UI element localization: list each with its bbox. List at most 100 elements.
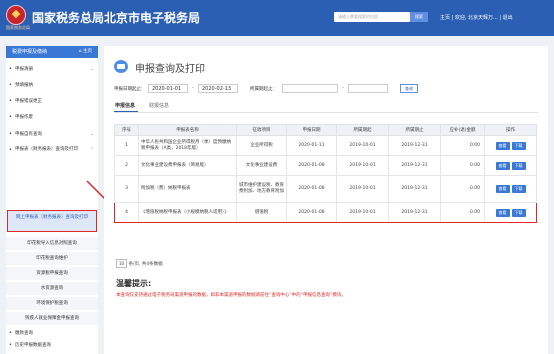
chevron-up-icon: ⌃ xyxy=(89,147,94,153)
pager: 10 条/页, 共4条数据 xyxy=(116,259,163,268)
period-from-field[interactable] xyxy=(282,84,338,93)
tips-title: 温馨提示: xyxy=(116,279,152,288)
sidebar-item-report-query[interactable]: • 申报表（财务报表）查询及打印 ⌃ xyxy=(6,147,98,165)
pager-summary: 条/页, 共4条数据 xyxy=(128,262,163,267)
download-button[interactable]: 下载 xyxy=(511,185,526,193)
main-panel: 申报查询及打印 申报日期起止: 2020-01-01 - 2020-02-13 … xyxy=(104,46,548,354)
sidebar-item-history-query[interactable]: • 历史申报数据查询 xyxy=(6,342,98,352)
sidebar-item-label: 缴款查询 xyxy=(15,331,33,336)
search-input[interactable]: 请输入需要搜索的内容 xyxy=(334,12,410,22)
col-header: 所属期起 xyxy=(336,124,389,136)
period-to-field[interactable] xyxy=(348,84,388,93)
sidebar-sub-stamp-maintain[interactable]: 印花税查询维护 xyxy=(6,251,98,265)
sidebar-sub-stamp-import[interactable]: 印花税导入信息对照查询 xyxy=(6,236,98,250)
sidebar-item-void[interactable]: • 申报作废 xyxy=(6,114,98,126)
cell-name: 文化事业建设费申报表（简易版） xyxy=(138,155,237,176)
sidebar-home-link[interactable]: ⌂ 主页 xyxy=(79,46,92,58)
cell-no: 3 xyxy=(114,175,139,203)
query-button[interactable]: 查询 xyxy=(400,84,418,93)
date-separator: - xyxy=(192,86,194,91)
date-to-field[interactable]: 2020-02-13 xyxy=(198,84,238,93)
cell-to: 2019-12-31 xyxy=(388,155,441,176)
sidebar-item-report-print-active[interactable]: 网上申报表（财务报表）查询及打印 xyxy=(7,210,97,232)
table-row: 3 附加税（费）纳税申报表 城市维护建设税、教育费附加、地方教育附加 2020-… xyxy=(114,175,537,203)
tax-bureau-logo-icon xyxy=(6,5,26,25)
sidebar-title: 税费申报及缴纳 xyxy=(12,49,48,55)
col-header: 应补(退)金额 xyxy=(440,124,485,136)
date-from-field[interactable]: 2020-01-01 xyxy=(148,84,188,93)
sidebar-item-prefill[interactable]: • 预填报纳 xyxy=(6,82,98,94)
sidebar-item-payment-query[interactable]: • 缴款查询 xyxy=(6,330,98,340)
cell-from: 2019-10-01 xyxy=(336,175,389,203)
sidebar-item-declaration-list[interactable]: • 申报清册 ⌄ xyxy=(6,66,98,78)
cell-name: 中华人民共和国企业所得税月（季）度预缴纳税申报表（A类，2018年版） xyxy=(138,135,237,156)
sidebar-header: 税费申报及缴纳 ⌂ 主页 xyxy=(6,46,98,58)
download-button[interactable]: 下载 xyxy=(511,161,526,170)
cell-item: 城市维护建设税、教育费附加、地方教育附加 xyxy=(236,175,287,203)
cell-name: 《增值税纳税申报表（小规模纳税人适用）》 xyxy=(138,202,237,223)
search-button[interactable]: 搜索 xyxy=(410,12,428,22)
bullet-icon: • xyxy=(9,131,12,137)
cell-to: 2019-12-31 xyxy=(388,202,441,223)
period-separator: - xyxy=(342,86,344,91)
chevron-down-icon: ⌄ xyxy=(89,131,94,137)
cell-no: 2 xyxy=(114,155,139,176)
table-row: 1 中华人民共和国企业所得税月（季）度预缴纳税申报表（A类，2018年版） 企业… xyxy=(114,135,537,156)
cell-to: 2019-12-31 xyxy=(388,175,441,203)
sidebar-sub-disability[interactable]: 残疾人就业保障金申报查询 xyxy=(6,311,98,325)
table-header-row: 序号 申报表名称 征收项目 申报日期 所属期起 所属期止 应补(退)金额 操作 xyxy=(114,124,537,136)
cell-amount: 0.00 xyxy=(440,175,485,203)
cell-name: 附加税（费）纳税申报表 xyxy=(138,175,237,203)
sidebar-item-self-query[interactable]: • 申报自有查询 ⌄ xyxy=(6,131,98,143)
col-header: 征收项目 xyxy=(236,124,287,136)
page-title: 申报查询及打印 xyxy=(135,64,205,75)
col-header: 操作 xyxy=(484,124,537,136)
tips-text: 本查询仅支持通过电子税务局渠道申报的数据，如非本渠道申报的数据请前往“查询中心”… xyxy=(116,293,346,298)
sidebar-item-label: 申报表（财务报表）查询及打印 xyxy=(15,147,78,152)
bullet-icon: • xyxy=(9,147,12,153)
cell-from: 2019-10-01 xyxy=(336,202,389,223)
page-size-select[interactable]: 10 xyxy=(116,259,127,268)
col-header: 序号 xyxy=(114,124,139,136)
logo-caption: 国家税务总局 xyxy=(6,25,30,30)
sidebar-item-correction[interactable]: • 申报错误更正 xyxy=(6,98,98,110)
cell-from: 2019-10-01 xyxy=(336,135,389,156)
sidebar: 税费申报及缴纳 ⌂ 主页 • 申报清册 ⌄ • 预填报纳 • 申报错误更正 • … xyxy=(6,46,98,354)
bullet-icon: • xyxy=(9,82,12,88)
top-nav-links[interactable]: 主页 | 欢迎, 北京天辉万... | 退出 xyxy=(440,14,513,21)
cell-date: 2020-01-08 xyxy=(286,202,337,223)
download-button[interactable]: 下载 xyxy=(511,208,526,217)
table-row-highlighted: 4 《增值税纳税申报表（小规模纳税人适用）》 增值税 2020-01-08 20… xyxy=(114,202,537,223)
col-header: 申报表名称 xyxy=(138,124,237,136)
sidebar-sub-resource-tax[interactable]: 资源税申报查询 xyxy=(6,266,98,280)
cell-actions: 查看 下载 xyxy=(484,155,537,176)
view-button[interactable]: 查看 xyxy=(495,185,510,193)
sidebar-sub-water[interactable]: 水资源查询 xyxy=(6,281,98,295)
tab-financial-info[interactable]: 财报信息 xyxy=(149,102,169,109)
view-button[interactable]: 查看 xyxy=(495,141,510,150)
col-header: 申报日期 xyxy=(286,124,337,136)
sidebar-home-label: 主页 xyxy=(83,49,92,54)
sidebar-active-label: 网上申报表（财务报表）查询及打印 xyxy=(16,215,88,220)
sidebar-item-label: 申报作废 xyxy=(15,115,33,120)
cell-no: 4 xyxy=(114,202,139,223)
bullet-icon: • xyxy=(9,342,12,348)
cell-date: 2020-01-08 xyxy=(286,155,337,176)
download-button[interactable]: 下载 xyxy=(511,141,526,150)
col-header: 所属期止 xyxy=(388,124,441,136)
sidebar-item-label: 申报自有查询 xyxy=(15,132,42,137)
tab-declaration-info[interactable]: 申报信息 xyxy=(115,102,135,109)
cell-item: 企业所得税 xyxy=(236,135,287,156)
bullet-icon: • xyxy=(9,114,12,120)
chevron-down-icon: ⌄ xyxy=(89,66,94,72)
period-range-label: 所属期起止: xyxy=(250,87,275,92)
sidebar-item-label: 申报错误更正 xyxy=(15,99,42,104)
bullet-icon: • xyxy=(9,330,12,336)
view-button[interactable]: 查看 xyxy=(495,161,510,170)
table-row: 2 文化事业建设费申报表（简易版） 文化事业建设费 2020-01-08 201… xyxy=(114,155,537,176)
sidebar-item-label: 历史申报数据查询 xyxy=(15,343,51,348)
cell-to: 2019-12-31 xyxy=(388,135,441,156)
cell-date: 2020-01-11 xyxy=(286,135,337,156)
sidebar-sub-environment[interactable]: 环境保护税查询 xyxy=(6,296,98,310)
view-button[interactable]: 查看 xyxy=(495,208,510,217)
